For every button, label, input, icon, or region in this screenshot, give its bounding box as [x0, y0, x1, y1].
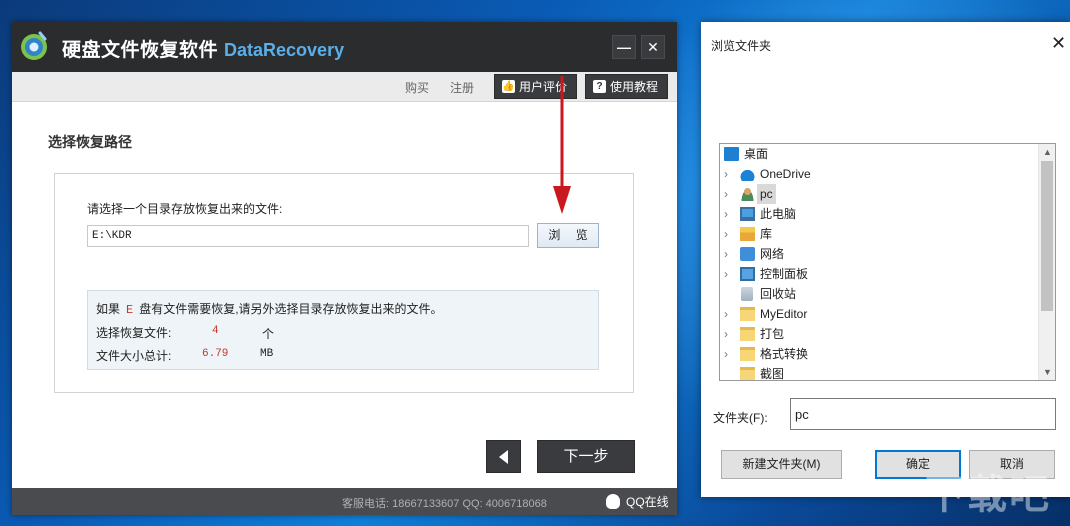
desktop-icon	[724, 147, 739, 161]
expand-chevron-icon[interactable]: ›	[724, 244, 734, 264]
tree-item-label: OneDrive	[760, 167, 811, 181]
app-title-text: 硬盘文件恢复软件	[62, 40, 219, 61]
folder-icon	[740, 307, 755, 321]
tree-item-label: 打包	[760, 327, 785, 341]
files-size-label: 文件大小总计:	[96, 349, 172, 363]
dialog-close-button[interactable]: ✕	[1051, 34, 1066, 52]
user-icon	[740, 187, 755, 201]
section-title: 选择恢复路径	[48, 134, 132, 150]
tree-item[interactable]: › 库	[720, 224, 1038, 244]
tree-item[interactable]: 截图	[720, 364, 1038, 381]
files-size-unit: MB	[260, 348, 274, 360]
app-logo-icon	[21, 31, 47, 60]
tree-item-label: 此电脑	[760, 207, 797, 221]
buy-link[interactable]: 购买	[405, 79, 429, 96]
register-link[interactable]: 注册	[450, 79, 474, 96]
info-drive-letter: E	[126, 303, 134, 317]
folder-icon	[740, 347, 755, 361]
minimize-button[interactable]: —	[612, 35, 636, 59]
tree-item[interactable]: › 控制面板	[720, 264, 1038, 284]
expand-chevron-icon[interactable]: ›	[724, 184, 734, 204]
library-icon	[740, 227, 755, 241]
tree-item-label: 格式转换	[760, 347, 809, 361]
recycle-bin-icon	[741, 287, 753, 301]
info-prefix: 如果	[96, 302, 121, 316]
tree-item-label: 桌面	[744, 147, 769, 161]
brand-recovery-text: Recovery	[263, 40, 345, 60]
back-arrow-icon	[499, 450, 508, 464]
tree-item[interactable]: › 格式转换	[720, 344, 1038, 364]
files-count-value: 4	[212, 325, 219, 337]
app-title-bar[interactable]: 硬盘文件恢复软件 DataRecovery — ✕	[12, 22, 677, 72]
app-title: 硬盘文件恢复软件 DataRecovery	[62, 35, 344, 62]
close-button[interactable]: ✕	[641, 35, 665, 59]
site-watermark: 下载吧	[925, 473, 1051, 517]
files-count-row: 选择恢复文件:	[96, 324, 171, 341]
app-brand: DataRecovery	[224, 40, 344, 60]
tree-item-label: 库	[760, 227, 773, 241]
help-icon: ?	[593, 80, 606, 93]
tree-item[interactable]: › pc	[720, 184, 1038, 204]
files-count-label: 选择恢复文件:	[96, 326, 172, 340]
dialog-title: 浏览文件夹	[711, 39, 772, 53]
tree-item[interactable]: › MyEditor	[720, 304, 1038, 324]
scroll-down-icon[interactable]: ▼	[1039, 364, 1055, 380]
tree-item-label: MyEditor	[760, 307, 808, 321]
qq-online-button[interactable]: QQ在线	[606, 493, 669, 510]
browse-button[interactable]: 浏 览	[537, 223, 599, 248]
files-size-value: 6.79	[202, 348, 229, 360]
files-size-row: 文件大小总计:	[96, 347, 171, 364]
support-contact: 客服电话: 18667133607 QQ: 4006718068	[342, 498, 547, 510]
red-pointer-arrow	[553, 76, 571, 214]
expand-chevron-icon[interactable]: ›	[724, 204, 734, 224]
expand-chevron-icon[interactable]: ›	[724, 324, 734, 344]
control-panel-icon	[740, 267, 755, 281]
cloud-icon	[740, 167, 755, 181]
tree-item-label: 网络	[760, 247, 785, 261]
tree-item-label: 截图	[760, 367, 785, 381]
expand-chevron-icon[interactable]: ›	[724, 264, 734, 284]
expand-chevron-icon[interactable]: ›	[724, 304, 734, 324]
brand-data-text: Data	[224, 40, 264, 60]
folder-icon	[740, 327, 755, 341]
tutorial-button[interactable]: ? 使用教程	[585, 74, 668, 99]
tree-item[interactable]: 桌面	[720, 144, 1038, 164]
tree-item[interactable]: › 此电脑	[720, 204, 1038, 224]
tree-item[interactable]: › 网络	[720, 244, 1038, 264]
expand-chevron-icon[interactable]: ›	[724, 224, 734, 244]
info-suffix: 盘有文件需要恢复,请另外选择目录存放恢复出来的文件。	[139, 302, 443, 316]
computer-icon	[740, 207, 755, 221]
next-step-button[interactable]: 下一步	[537, 440, 635, 473]
recovery-path-input[interactable]	[87, 225, 529, 247]
back-button[interactable]	[486, 440, 521, 473]
qq-online-label: QQ在线	[626, 495, 669, 509]
tree-item-label: 回收站	[760, 287, 797, 301]
browse-folder-dialog: 浏览文件夹 ✕ 截图 › 格式转换 › 打包 › MyEditor 回收站 › 控制面板 › 网络 › 库…	[701, 22, 1070, 497]
new-folder-button[interactable]: 新建文件夹(M)	[721, 450, 842, 479]
folder-icon	[740, 367, 755, 380]
expand-chevron-icon[interactable]: ›	[724, 164, 734, 184]
path-prompt-label: 请选择一个目录存放恢复出来的文件:	[87, 202, 283, 216]
app-footer: 客服电话: 18667133607 QQ: 4006718068 QQ在线	[12, 488, 677, 515]
info-warning-line: 如果 E 盘有文件需要恢复,请另外选择目录存放恢复出来的文件。	[96, 300, 443, 317]
thumbs-up-icon: 👍	[502, 80, 515, 93]
tree-scrollbar[interactable]: ▲ ▼	[1038, 144, 1055, 380]
tree-item-label: pc	[757, 184, 776, 204]
tree-item[interactable]: 回收站	[720, 284, 1038, 304]
tree-item-label: 控制面板	[760, 267, 809, 281]
folder-field-label: 文件夹(F):	[713, 411, 768, 425]
tree-item[interactable]: › OneDrive	[720, 164, 1038, 184]
tree-item[interactable]: › 打包	[720, 324, 1038, 344]
scroll-thumb[interactable]	[1041, 161, 1053, 311]
recovery-info-box: 如果 E 盘有文件需要恢复,请另外选择目录存放恢复出来的文件。 选择恢复文件: 4 …	[87, 290, 599, 370]
scroll-up-icon[interactable]: ▲	[1039, 144, 1055, 160]
tutorial-label: 使用教程	[610, 80, 659, 94]
qq-penguin-icon	[606, 494, 620, 509]
files-count-unit: 个	[262, 327, 275, 341]
folder-name-input[interactable]	[790, 398, 1056, 430]
folder-tree[interactable]: 截图 › 格式转换 › 打包 › MyEditor 回收站 › 控制面板 › 网络 › 库 › 此电脑 › pc ›…	[719, 143, 1056, 381]
network-icon	[740, 247, 755, 261]
expand-chevron-icon[interactable]: ›	[724, 344, 734, 364]
